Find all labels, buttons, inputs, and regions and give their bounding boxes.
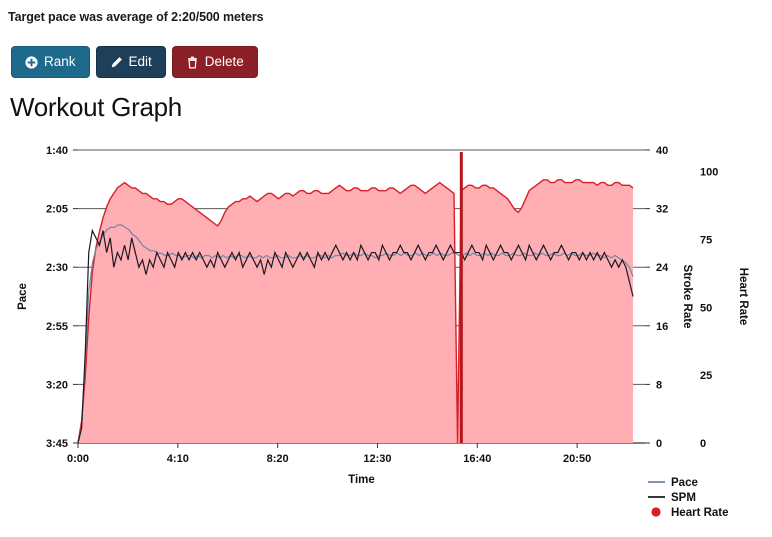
legend-label: SPM — [671, 492, 696, 504]
edit-button-label: Edit — [128, 54, 152, 70]
y-axis-title-pace: Pace — [17, 283, 29, 310]
trash-icon — [186, 56, 199, 69]
delete-button[interactable]: Delete — [171, 46, 258, 78]
delete-button-label: Delete — [204, 54, 244, 70]
heart-rate-tick-label: 50 — [700, 302, 712, 314]
time-tick-label: 0:00 — [67, 453, 89, 465]
stroke-rate-tick-label: 0 — [656, 438, 662, 450]
pace-tick-label: 2:30 — [46, 262, 68, 274]
stroke-rate-tick-label: 24 — [656, 262, 669, 274]
y-axis-title-stroke-rate: Stroke Rate — [681, 265, 693, 329]
time-tick-label: 16:40 — [463, 453, 491, 465]
target-pace-note: Target pace was average of 2:20/500 mete… — [8, 10, 264, 24]
stroke-rate-tick-label: 16 — [656, 321, 668, 333]
heart-rate-tick-label: 0 — [700, 438, 706, 450]
pace-tick-label: 2:55 — [46, 321, 68, 333]
rank-button[interactable]: Rank — [11, 46, 90, 78]
heart-rate-tick-label: 75 — [700, 235, 712, 247]
heart-rate-tick-label: 25 — [700, 370, 712, 382]
workout-graph: 1:40 2:05 2:30 2:55 3:20 3:45 0:00 4:10 8:20 12:3… — [0, 130, 772, 537]
pace-tick-label: 3:45 — [46, 438, 68, 450]
stroke-rate-tick-label: 8 — [656, 379, 662, 391]
workout-graph-svg: 1:40 2:05 2:30 2:55 3:20 3:45 0:00 4:10 8:20 12:3… — [17, 145, 749, 519]
time-tick-label: 4:10 — [167, 453, 189, 465]
stroke-rate-tick-label: 40 — [656, 145, 668, 157]
y-axis-title-heart-rate: Heart Rate — [737, 268, 749, 326]
legend-label: Heart Rate — [671, 507, 729, 519]
rank-button-label: Rank — [44, 54, 76, 70]
pace-tick-label: 3:20 — [46, 379, 68, 391]
legend-label: Pace — [671, 477, 698, 489]
time-tick-label: 20:50 — [563, 453, 591, 465]
plus-circle-icon — [25, 55, 38, 69]
x-axis-title: Time — [348, 474, 375, 486]
heart-rate-tick-label: 100 — [700, 167, 718, 179]
heart-rate-area — [78, 179, 634, 443]
action-button-row: Rank Edit Delete — [11, 46, 258, 78]
pace-tick-label: 2:05 — [46, 204, 68, 216]
legend-marker-dot — [651, 507, 661, 517]
page-title: Workout Graph — [10, 92, 182, 122]
pace-tick-label: 1:40 — [46, 145, 68, 157]
stroke-rate-tick-label: 32 — [656, 204, 668, 216]
edit-button[interactable]: Edit — [95, 46, 166, 78]
time-tick-label: 8:20 — [267, 453, 289, 465]
pencil-icon — [110, 56, 123, 69]
time-tick-label: 12:30 — [363, 453, 391, 465]
